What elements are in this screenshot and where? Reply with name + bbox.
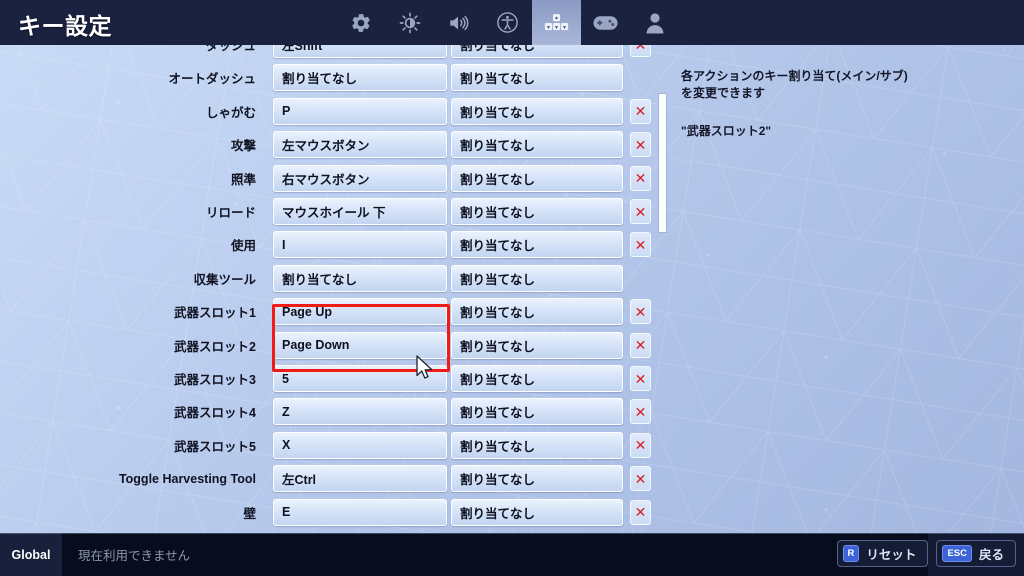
keybinding-list[interactable]: ダッシュ左Shift割り当てなし✕オートダッシュ割り当てなし割り当てなし✕しゃが… xyxy=(0,45,672,533)
reset-label: リセット xyxy=(866,548,917,562)
account-icon[interactable] xyxy=(630,0,679,45)
primary-binding-field[interactable]: 右マウスボタン xyxy=(273,164,447,192)
status-text: 現在利用できません xyxy=(62,533,928,576)
secondary-binding-field[interactable]: 割り当てなし xyxy=(451,164,623,192)
global-profile-tab[interactable]: Global xyxy=(0,533,62,576)
table-row[interactable]: Toggle Harvesting Tool 左Ctrl 割り当てなし ✕ xyxy=(0,462,672,495)
table-row[interactable]: 武器スロット4 Z 割り当てなし ✕ xyxy=(0,395,672,428)
primary-binding-field[interactable]: 左Ctrl xyxy=(273,465,447,493)
page-title: キー設定 xyxy=(18,13,112,39)
clear-binding-button[interactable]: ✕ xyxy=(630,399,651,425)
table-row[interactable]: 収集ツール割り当てなし割り当てなし✕ xyxy=(0,262,672,295)
clear-binding-button[interactable]: ✕ xyxy=(630,132,651,158)
clear-binding-button[interactable]: ✕ xyxy=(630,332,651,358)
secondary-binding-field[interactable]: 割り当てなし xyxy=(451,431,623,459)
action-label: 攻撃 xyxy=(230,139,256,154)
primary-binding-field[interactable]: P xyxy=(273,97,447,125)
secondary-binding-field[interactable]: 割り当てなし xyxy=(451,298,623,326)
action-label: ダッシュ xyxy=(205,45,256,53)
table-row[interactable]: 武器スロット5 X 割り当てなし ✕ xyxy=(0,429,672,462)
clear-binding-button[interactable]: ✕ xyxy=(630,199,651,224)
action-label: 使用 xyxy=(230,239,256,254)
secondary-binding-field[interactable]: 割り当てなし xyxy=(451,498,623,526)
primary-binding-field[interactable]: X xyxy=(273,431,447,459)
clear-binding-button[interactable]: ✕ xyxy=(630,366,651,391)
primary-binding-field[interactable]: E xyxy=(273,498,447,526)
gear-icon[interactable] xyxy=(336,0,385,45)
table-row[interactable]: 照準 右マウスボタン 割り当てなし ✕ xyxy=(0,162,672,195)
clear-binding-button[interactable]: ✕ xyxy=(630,432,651,458)
action-label: 武器スロット5 xyxy=(174,439,256,454)
secondary-binding-field[interactable]: 割り当てなし xyxy=(451,331,623,359)
primary-binding-field[interactable]: マウスホイール 下 xyxy=(273,198,447,225)
clear-binding-button[interactable]: ✕ xyxy=(630,499,651,525)
clear-binding-button[interactable]: ✕ xyxy=(630,165,651,191)
clear-binding-button[interactable]: ✕ xyxy=(630,45,651,57)
action-label: しゃがむ xyxy=(205,105,256,120)
table-row[interactable]: 武器スロット1 Page Up 割り当てなし ✕ xyxy=(0,295,672,328)
secondary-binding-field[interactable]: 割り当てなし xyxy=(451,365,623,392)
secondary-binding-field[interactable]: 割り当てなし xyxy=(451,465,623,493)
gamepad-icon[interactable] xyxy=(581,0,630,45)
clear-binding-button[interactable]: ✕ xyxy=(630,232,651,258)
table-row[interactable]: 壁 E 割り当てなし ✕ xyxy=(0,496,672,529)
bottom-bar: Global 現在利用できません R リセット ESC 戻る xyxy=(0,533,1024,576)
table-row[interactable]: ダッシュ 左Shift 割り当てなし ✕ xyxy=(0,45,672,61)
action-label: 武器スロット2 xyxy=(174,339,256,354)
table-row[interactable]: しゃがむ P 割り当てなし ✕ xyxy=(0,95,672,128)
scrollbar-thumb[interactable] xyxy=(658,93,667,233)
table-row[interactable]: 武器スロット2 Page Down 割り当てなし ✕ xyxy=(0,329,672,362)
action-label: 武器スロット1 xyxy=(174,306,256,321)
table-row[interactable]: リロード マウスホイール 下割り当てなし ✕ xyxy=(0,195,672,228)
action-label: 照準 xyxy=(230,172,256,187)
primary-binding-field[interactable]: 割り当てなし xyxy=(273,264,447,292)
primary-binding-field[interactable]: Page Up xyxy=(273,298,447,326)
bottom-action-buttons: R リセット ESC 戻る xyxy=(836,540,1016,567)
table-row[interactable]: 使用 I 割り当てなし ✕ xyxy=(0,228,672,261)
action-label: オートダッシュ xyxy=(168,72,256,87)
accessibility-icon[interactable] xyxy=(483,0,532,45)
clear-binding-button[interactable]: ✕ xyxy=(630,466,651,492)
action-label: Toggle Harvesting Tool xyxy=(118,471,256,486)
reset-button[interactable]: R リセット xyxy=(836,540,929,567)
clear-binding-button[interactable]: ✕ xyxy=(630,299,651,325)
secondary-binding-field[interactable]: 割り当てなし xyxy=(451,398,623,426)
table-row[interactable]: 武器スロット3 5 割り当てなし ✕ xyxy=(0,362,672,395)
secondary-binding-field[interactable]: 割り当てなし xyxy=(451,264,623,292)
info-panel: 各アクションのキー割り当て(メイン/サブ)を変更できます "武器スロット2" xyxy=(681,68,981,139)
primary-binding-field[interactable]: Z xyxy=(273,398,447,426)
clear-binding-button[interactable]: ✕ xyxy=(630,98,651,124)
primary-binding-field[interactable]: I xyxy=(273,231,447,259)
action-label: 武器スロット4 xyxy=(174,406,256,421)
mouse-cursor xyxy=(416,355,433,379)
action-label: 壁 xyxy=(243,506,256,521)
info-selected-action: "武器スロット2" xyxy=(681,124,772,138)
secondary-binding-field[interactable]: 割り当てなし xyxy=(451,45,623,58)
action-label: 収集ツール xyxy=(193,272,256,287)
back-button[interactable]: ESC 戻る xyxy=(936,540,1016,567)
secondary-binding-field[interactable]: 割り当てなし xyxy=(451,231,623,259)
primary-binding-field[interactable]: 左マウスボタン xyxy=(273,131,447,159)
top-header-bar: キー設定 xyxy=(0,0,1024,45)
settings-category-nav xyxy=(336,0,679,45)
secondary-binding-field[interactable]: 割り当てなし xyxy=(451,64,623,92)
table-row[interactable]: 攻撃 左マウスボタン 割り当てなし ✕ xyxy=(0,128,672,161)
brightness-icon[interactable] xyxy=(385,0,434,45)
audio-icon[interactable] xyxy=(434,0,483,45)
back-label: 戻る xyxy=(978,548,1004,562)
secondary-binding-field[interactable]: 割り当てなし xyxy=(451,131,623,159)
secondary-binding-field[interactable]: 割り当てなし xyxy=(451,97,623,125)
secondary-binding-field[interactable]: 割り当てなし xyxy=(451,198,623,225)
action-label: 武器スロット3 xyxy=(174,373,256,387)
reset-keycap: R xyxy=(842,544,860,563)
primary-binding-field[interactable]: 割り当てなし xyxy=(273,64,447,92)
keyboard-keys-icon[interactable] xyxy=(532,0,581,45)
table-row[interactable]: オートダッシュ割り当てなし割り当てなし✕ xyxy=(0,61,672,94)
action-label: リロード xyxy=(205,206,256,220)
back-keycap: ESC xyxy=(942,544,972,563)
list-scrollbar[interactable] xyxy=(658,45,667,533)
info-description: 各アクションのキー割り当て(メイン/サブ)を変更できます xyxy=(681,69,908,100)
primary-binding-field[interactable]: 左Shift xyxy=(273,45,447,58)
